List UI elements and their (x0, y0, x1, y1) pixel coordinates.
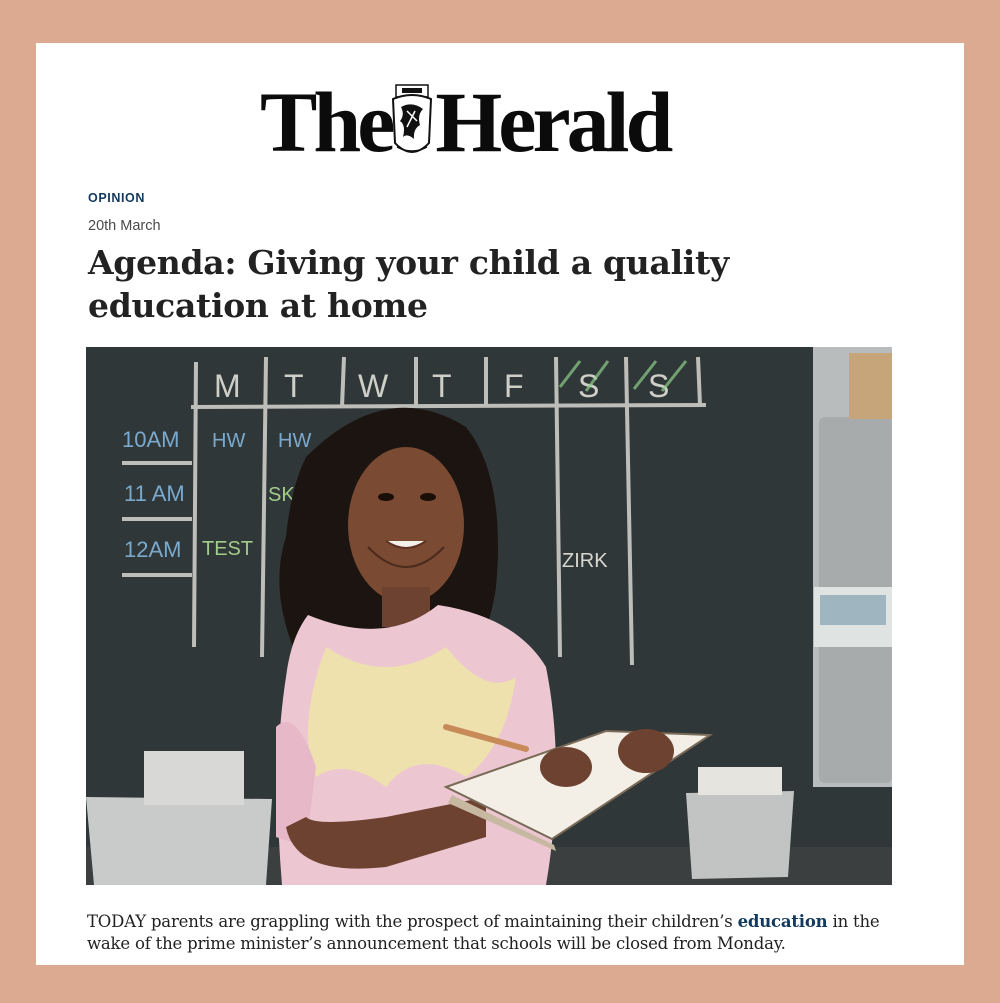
chalk-day-2: W (358, 368, 389, 404)
chalk-day-4: F (504, 368, 524, 404)
chalk-entry-3: TEST (202, 538, 253, 560)
heraldic-crest-icon (392, 84, 433, 153)
article-photo: MTWTFSS 10AM11 AM12AM HWHWSKYTESTZIRK (86, 347, 892, 885)
chalk-entry-0: HW (212, 430, 245, 452)
chalk-time-0: 10AM (122, 427, 179, 452)
article-headline: Agenda: Giving your child a quality educ… (88, 243, 729, 325)
article-lede: TODAY parents are grappling with the pro… (87, 911, 917, 955)
photo-illustration: MTWTFSS 10AM11 AM12AM HWHWSKYTESTZIRK (86, 347, 892, 885)
logo-text-herald: Herald (435, 74, 673, 170)
chalk-day-3: T (432, 368, 452, 404)
chalk-time-2: 12AM (124, 537, 181, 562)
site-logo[interactable]: The Herald (260, 74, 690, 170)
chalk-entry-4: ZIRK (562, 550, 608, 572)
article-category[interactable]: OPINION (88, 191, 145, 205)
education-link[interactable]: education (738, 912, 828, 931)
chalk-day-0: M (214, 368, 241, 404)
article-date: 20th March (88, 218, 161, 234)
chalk-day-1: T (284, 368, 304, 404)
logo-text-the: The (260, 74, 395, 170)
chalk-time-1: 11 AM (124, 481, 185, 506)
lede-text-start: TODAY parents are grappling with the pro… (87, 912, 738, 931)
article-card: The Herald OPINION 20th March Agenda: Gi… (36, 43, 964, 965)
chalk-entry-1: HW (278, 430, 311, 452)
